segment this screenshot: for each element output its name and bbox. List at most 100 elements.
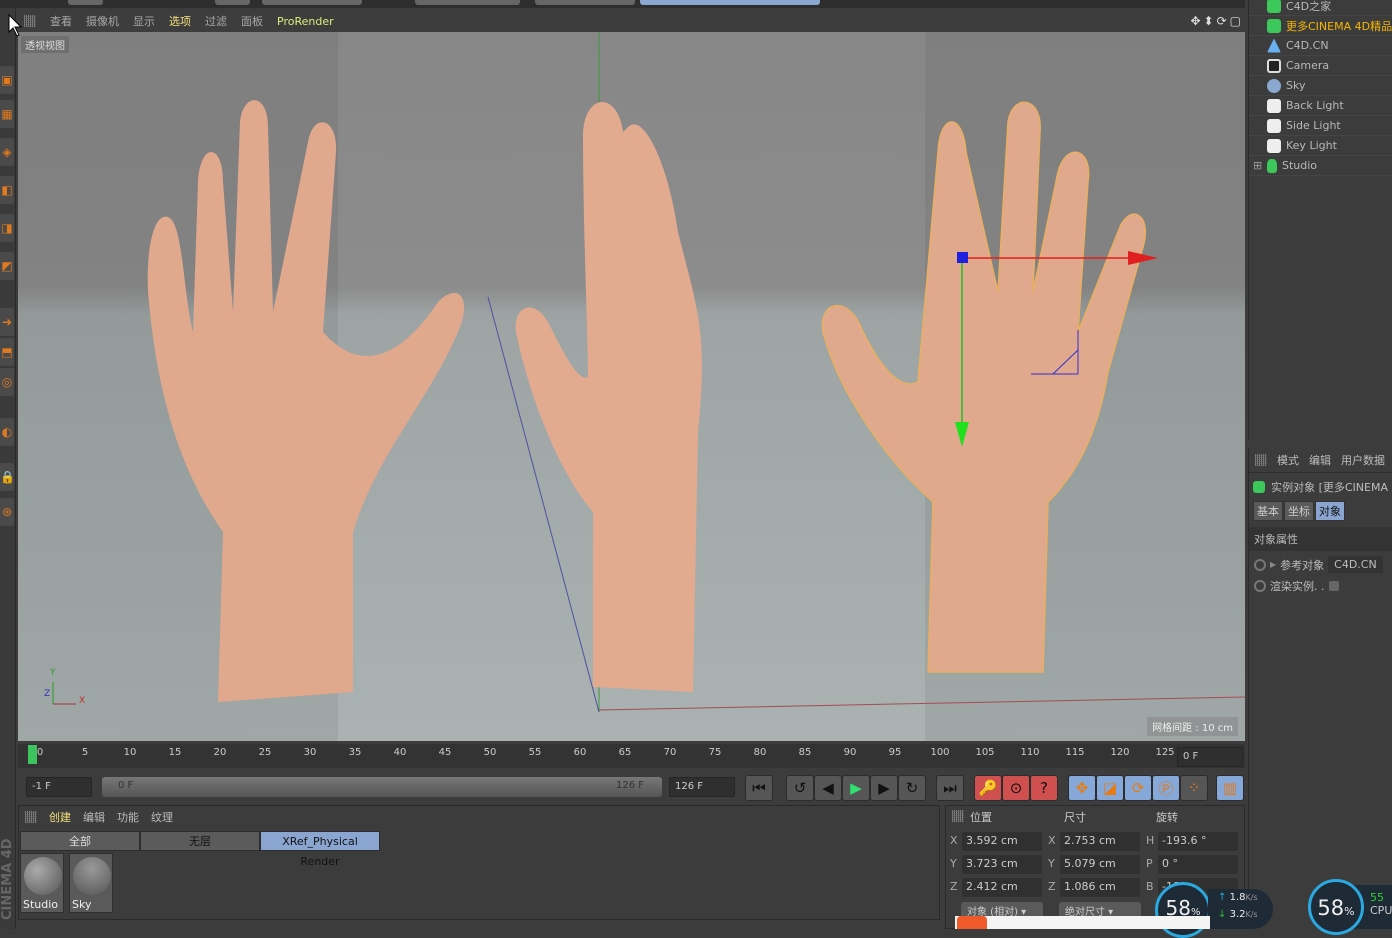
menu-cameras[interactable]: 摄像机	[86, 13, 119, 29]
keyframe-radio[interactable]	[1254, 558, 1266, 571]
coord-size-field[interactable]: 1.086 cm	[1060, 878, 1140, 897]
checker-tool-icon[interactable]: ▦	[0, 100, 14, 128]
key-param-icon[interactable]: Ⓟ	[1152, 775, 1180, 801]
timeline-window-icon[interactable]: ▥	[1216, 775, 1244, 801]
menu-panel[interactable]: 面板	[241, 13, 263, 29]
mat-tab-xref[interactable]: XRef_Physical Render	[260, 831, 380, 868]
snap-icon[interactable]: ◐	[0, 418, 14, 446]
record-button[interactable]: 🔑	[974, 775, 1002, 801]
coord-rot-field[interactable]: -193.6 °	[1158, 832, 1238, 851]
lock-icon[interactable]: 🔒	[0, 463, 15, 491]
key-pla-icon[interactable]: ⁘	[1180, 775, 1208, 801]
workplane-icon[interactable]: ⊛	[0, 498, 14, 526]
object-item-studio[interactable]: ⊞ Studio	[1249, 156, 1392, 176]
keyframe-selection-button[interactable]: ?	[1030, 775, 1058, 801]
download-speed: 3.2	[1229, 909, 1246, 920]
upload-unit: K/s	[1245, 893, 1258, 902]
ref-object-field[interactable]: C4D.CN	[1328, 556, 1383, 573]
prev-key-button[interactable]: ↺	[786, 775, 814, 801]
goto-end-button[interactable]: ⏭	[936, 775, 964, 801]
autokey-button[interactable]: ⊙	[1002, 775, 1030, 801]
coord-size-field[interactable]: 5.079 cm	[1060, 855, 1140, 874]
ime-toolbar[interactable]	[955, 916, 1210, 929]
tab-object[interactable]: 对象	[1315, 501, 1345, 521]
next-frame-button[interactable]: ▶	[870, 775, 898, 801]
current-frame-field[interactable]: 0 F	[1177, 747, 1243, 767]
coord-pos-field[interactable]: 3.592 cm	[962, 832, 1042, 851]
zoom-view-icon[interactable]: ⬍	[1204, 10, 1214, 32]
axis-label: Z	[950, 880, 958, 893]
mat-tab-all[interactable]: 全部	[20, 831, 140, 851]
mat-menu-texture[interactable]: 纹理	[151, 809, 173, 825]
object-item-sky[interactable]: Sky	[1249, 76, 1392, 96]
mat-menu-create[interactable]: 创建	[49, 809, 71, 825]
coord-size-field[interactable]: 2.753 cm	[1060, 832, 1140, 851]
coord-rot-field[interactable]: 0 °	[1158, 855, 1238, 874]
coord-pos-field[interactable]: 2.412 cm	[962, 878, 1042, 897]
mat-menu-edit[interactable]: 编辑	[83, 809, 105, 825]
playhead[interactable]	[28, 745, 37, 764]
grip-handle[interactable]	[952, 810, 964, 822]
object-item-camera[interactable]: Camera	[1249, 56, 1392, 76]
start-frame-field[interactable]: -1 F	[26, 777, 92, 797]
arrow-tool-icon[interactable]: ➜	[0, 308, 14, 336]
sogou-logo-icon[interactable]	[957, 916, 987, 929]
header-size: 尺寸	[1064, 811, 1086, 824]
edge-tool-icon[interactable]: ◈	[0, 138, 14, 166]
attr-menu-userdata[interactable]: 用户数据	[1341, 452, 1385, 468]
timeline-tick: 10	[123, 747, 137, 758]
move-view-icon[interactable]: ✥	[1190, 10, 1200, 32]
point-tool-icon[interactable]: ◩	[0, 252, 14, 280]
polygon-tool-icon[interactable]: ◧	[0, 176, 14, 204]
menu-view[interactable]: 查看	[50, 13, 72, 29]
left-toolbar: ▣ ▦ ◈ ◧ ◨ ◩ ➜ ⬒ ◎ ◐ 🔒 ⊛	[0, 8, 16, 929]
object-item-c4d-home[interactable]: C4D之家	[1249, 0, 1392, 16]
end-frame-field[interactable]: 126 F	[669, 777, 735, 797]
menu-filter[interactable]: 过滤	[205, 13, 227, 29]
cube-tool-icon[interactable]: ▣	[0, 66, 14, 94]
tab-basic[interactable]: 基本	[1253, 501, 1283, 521]
timeline-ruler[interactable]: 0 5 10 15 20 25 30 35 40 45 50 55 60 65 70 75 80 85 90 95 10…	[18, 744, 1245, 768]
mat-menu-function[interactable]: 功能	[117, 809, 139, 825]
viewport-menubar: 查看 摄像机 显示 选项 过滤 面板 ProRender ✥ ⬍ ⟳ ▢	[18, 10, 1245, 32]
attr-menu-mode[interactable]: 模式	[1277, 452, 1299, 468]
magnet-icon[interactable]: ◎	[0, 368, 14, 396]
rotate-view-icon[interactable]: ⟳	[1217, 10, 1227, 32]
grip-handle[interactable]	[25, 811, 37, 823]
object-item-more-cinema[interactable]: 更多CINEMA 4D精品	[1249, 16, 1392, 36]
coord-pos-field[interactable]: 3.723 cm	[962, 855, 1042, 874]
attr-menu-edit[interactable]: 编辑	[1309, 452, 1331, 468]
expand-icon[interactable]: ⊞	[1253, 159, 1262, 172]
key-rotation-icon[interactable]: ⟳	[1124, 775, 1152, 801]
scene-render	[52, 32, 1245, 713]
object-item-back-light[interactable]: Back Light	[1249, 96, 1392, 116]
play-button[interactable]: ▶	[842, 775, 870, 801]
grip-handle[interactable]	[1255, 454, 1267, 466]
menu-prorender[interactable]: ProRender	[277, 15, 334, 28]
axis-label: Y	[950, 857, 957, 870]
axis-label: Y	[1048, 857, 1055, 870]
keyframe-radio[interactable]	[1254, 580, 1266, 592]
key-scale-icon[interactable]: ◪	[1096, 775, 1124, 801]
object-item-key-light[interactable]: Key Light	[1249, 136, 1392, 156]
next-key-button[interactable]: ↻	[898, 775, 926, 801]
tab-coord[interactable]: 坐标	[1284, 501, 1314, 521]
frame-range-slider[interactable]: 0 F 126 F	[102, 777, 662, 797]
box-tool-icon[interactable]: ◨	[0, 214, 14, 242]
key-position-icon[interactable]: ✥	[1068, 775, 1096, 801]
maximize-view-icon[interactable]: ▢	[1230, 10, 1241, 32]
enable-axis-icon[interactable]: ⬒	[0, 338, 14, 366]
prev-frame-button[interactable]: ◀	[814, 775, 842, 801]
mat-tab-nolayer[interactable]: 无层	[140, 831, 260, 851]
perspective-viewport[interactable]: 透视视图 Z Y X 网格间距 : 10 cm	[18, 32, 1245, 741]
menu-options[interactable]: 选项	[169, 13, 191, 29]
timeline-tick: 45	[438, 747, 452, 758]
material-sky[interactable]: Sky	[69, 853, 113, 913]
material-studio[interactable]: Studio	[20, 853, 64, 913]
grip-handle[interactable]	[24, 15, 36, 27]
goto-start-button[interactable]: ⏮	[745, 775, 773, 801]
menu-display[interactable]: 显示	[133, 13, 155, 29]
object-item-side-light[interactable]: Side Light	[1249, 116, 1392, 136]
object-item-c4dcn[interactable]: C4D.CN	[1249, 36, 1392, 56]
render-instance-checkbox[interactable]	[1328, 581, 1339, 591]
